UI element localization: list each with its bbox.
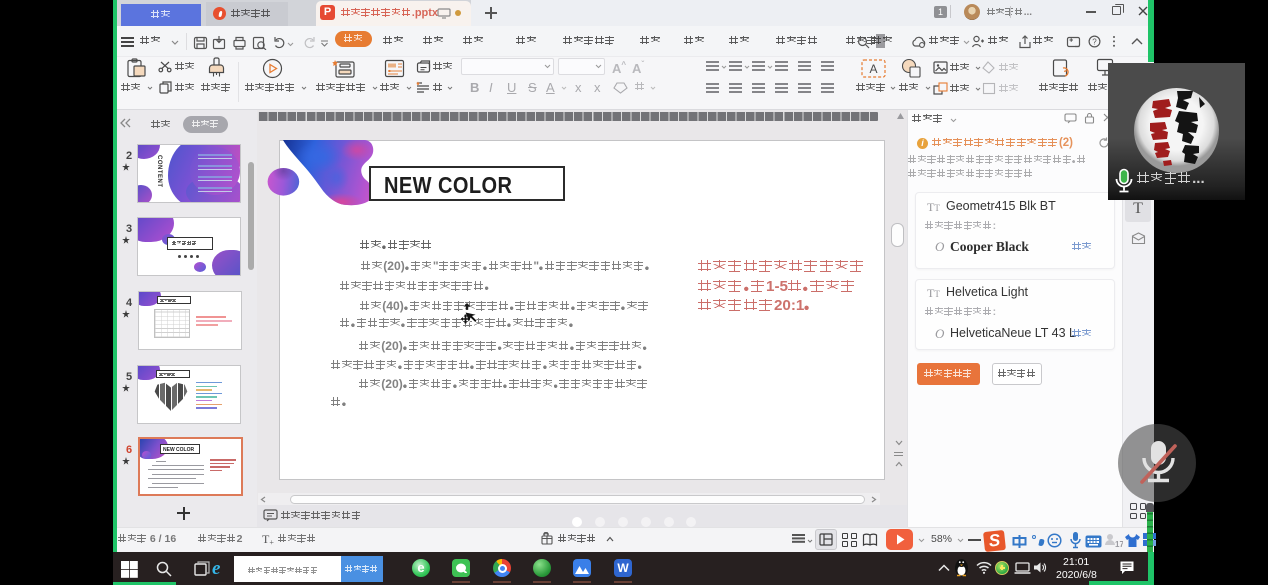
- svg-text:A: A: [869, 62, 877, 76]
- svg-text:?: ?: [1092, 38, 1097, 47]
- svg-text:17: 17: [1115, 540, 1123, 549]
